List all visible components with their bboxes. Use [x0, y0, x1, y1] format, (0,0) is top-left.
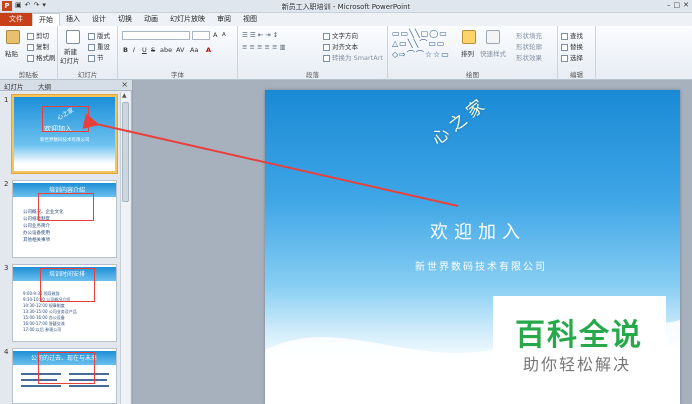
watermark-logo: 百科全说 助你轻松解决 [493, 296, 666, 404]
watermark-subtitle: 助你轻松解决 [523, 355, 632, 374]
watermark-title: 百科全说 [515, 318, 643, 353]
